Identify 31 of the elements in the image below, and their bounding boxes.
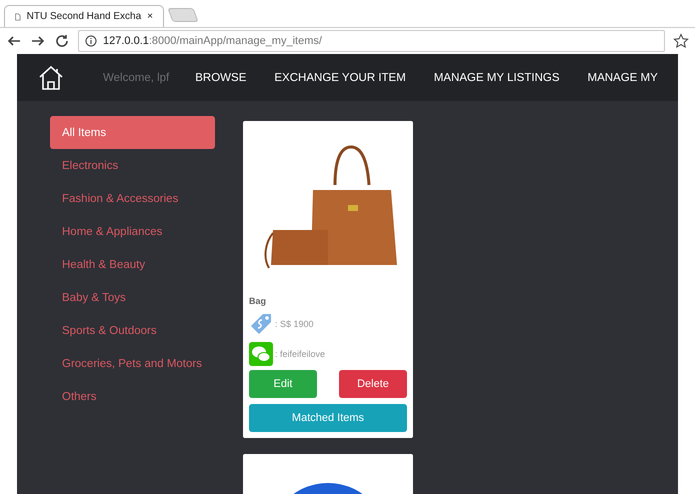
item-contact: : feifeifeilove <box>275 349 326 359</box>
star-icon[interactable] <box>673 33 689 49</box>
tab-close-button[interactable]: × <box>147 11 153 22</box>
category-item[interactable]: Fashion & Accessories <box>50 182 215 215</box>
category-item[interactable]: All Items <box>50 116 215 149</box>
info-icon <box>85 35 97 47</box>
chat-bubbles-icon <box>249 342 273 366</box>
category-item[interactable]: Electronics <box>50 149 215 182</box>
category-item[interactable]: Health & Beauty <box>50 248 215 281</box>
url-text: 127.0.0.1:8000/mainApp/manage_my_items/ <box>103 35 322 47</box>
category-item[interactable]: Baby & Toys <box>50 281 215 314</box>
category-item[interactable]: Home & Appliances <box>50 215 215 248</box>
item-price: : S$ 1900 <box>275 319 314 329</box>
reload-icon[interactable] <box>54 33 70 49</box>
address-field[interactable]: 127.0.0.1:8000/mainApp/manage_my_items/ <box>78 30 665 52</box>
edit-button[interactable]: Edit <box>249 370 317 398</box>
tab-title[interactable]: NTU Second Hand Excha <box>26 11 142 22</box>
category-item[interactable]: Sports & Outdoors <box>50 314 215 347</box>
category-item[interactable]: Others <box>50 380 215 413</box>
category-item[interactable]: Groceries, Pets and Motors <box>50 347 215 380</box>
welcome-text: Welcome, lpf <box>103 72 170 84</box>
nav-link[interactable]: MANAGE MY LISTINGS <box>434 72 560 84</box>
matched-items-button[interactable]: Matched Items <box>249 404 407 432</box>
nav-link[interactable]: MANAGE MY <box>588 72 658 84</box>
page-icon <box>15 10 21 22</box>
home-icon[interactable] <box>37 64 65 90</box>
delete-button[interactable]: Delete <box>339 370 407 398</box>
price-tag-icon <box>249 312 273 336</box>
nav-link[interactable]: EXCHANGE YOUR ITEM <box>274 72 406 84</box>
item-name: Bag <box>249 296 268 306</box>
nav-link[interactable]: BROWSE <box>195 72 246 84</box>
